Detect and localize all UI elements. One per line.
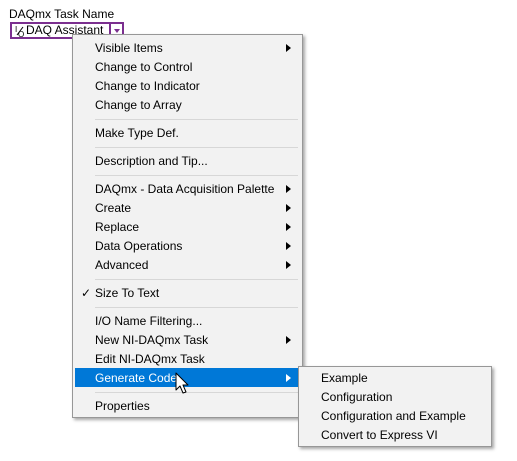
generate-code-submenu: Example Configuration Configuration and … [298, 366, 492, 447]
menu-item-label: Change to Indicator [95, 78, 200, 93]
submenu-item-label: Example [321, 370, 368, 385]
submenu-arrow-icon [286, 185, 291, 193]
menu-item-create[interactable]: Create [75, 198, 300, 217]
menu-item-label: Change to Array [95, 97, 182, 112]
daqmx-task-icon: I O [15, 24, 25, 39]
control-label: DAQmx Task Name [9, 7, 115, 21]
submenu-item-configuration[interactable]: Configuration [301, 387, 489, 406]
menu-item-label: Description and Tip... [95, 153, 208, 168]
labview-front-panel: DAQmx Task Name I O DAQ Assistant_0 Visi… [0, 0, 517, 461]
menu-item-new-daqmx-task[interactable]: New NI-DAQmx Task [75, 330, 300, 349]
menu-item-make-type-def[interactable]: Make Type Def. [75, 123, 300, 142]
submenu-arrow-icon [286, 374, 291, 382]
submenu-arrow-icon [286, 261, 291, 269]
submenu-arrow-icon [286, 336, 291, 344]
menu-separator [95, 175, 298, 176]
menu-item-label: I/O Name Filtering... [95, 313, 203, 328]
menu-item-label: Data Operations [95, 238, 183, 253]
menu-separator [95, 279, 298, 280]
menu-item-label: Create [95, 200, 132, 215]
menu-item-size-to-text[interactable]: ✓ Size To Text [75, 283, 300, 302]
submenu-arrow-icon [286, 242, 291, 250]
menu-separator [95, 392, 298, 393]
menu-item-label: Visible Items [95, 40, 163, 55]
menu-separator [95, 147, 298, 148]
menu-item-label: Size To Text [95, 285, 160, 300]
menu-item-label: DAQmx - Data Acquisition Palette [95, 181, 275, 196]
menu-item-edit-daqmx-task[interactable]: Edit NI-DAQmx Task [75, 349, 300, 368]
menu-item-label: Advanced [95, 257, 149, 272]
menu-item-daqmx-palette[interactable]: DAQmx - Data Acquisition Palette [75, 179, 300, 198]
submenu-item-example[interactable]: Example [301, 368, 489, 387]
menu-item-change-to-indicator[interactable]: Change to Indicator [75, 76, 300, 95]
menu-item-io-name-filtering[interactable]: I/O Name Filtering... [75, 311, 300, 330]
menu-item-data-operations[interactable]: Data Operations [75, 236, 300, 255]
menu-item-change-to-array[interactable]: Change to Array [75, 95, 300, 114]
menu-item-label: Properties [95, 398, 150, 413]
menu-item-visible-items[interactable]: Visible Items [75, 38, 300, 57]
menu-item-change-to-control[interactable]: Change to Control [75, 57, 300, 76]
submenu-item-configuration-and-example[interactable]: Configuration and Example [301, 406, 489, 425]
submenu-arrow-icon [286, 44, 291, 52]
submenu-arrow-icon [286, 204, 291, 212]
menu-item-advanced[interactable]: Advanced [75, 255, 300, 274]
menu-item-label: Edit NI-DAQmx Task [95, 351, 205, 366]
menu-item-label: New NI-DAQmx Task [95, 332, 209, 347]
submenu-item-label: Configuration [321, 389, 393, 404]
menu-separator [95, 307, 298, 308]
menu-item-description-and-tip[interactable]: Description and Tip... [75, 151, 300, 170]
submenu-item-label: Configuration and Example [321, 408, 466, 423]
menu-item-label: Replace [95, 219, 140, 234]
submenu-item-convert-to-express-vi[interactable]: Convert to Express VI [301, 425, 489, 444]
menu-item-replace[interactable]: Replace [75, 217, 300, 236]
menu-separator [95, 119, 298, 120]
menu-item-label: Make Type Def. [95, 125, 179, 140]
context-menu: Visible Items Change to Control Change t… [72, 34, 303, 418]
mouse-pointer-icon [175, 372, 189, 394]
menu-item-label: Generate Code [95, 370, 178, 385]
menu-item-label: Change to Control [95, 59, 193, 74]
menu-item-properties[interactable]: Properties [75, 396, 300, 415]
submenu-arrow-icon [286, 223, 291, 231]
submenu-item-label: Convert to Express VI [321, 427, 438, 442]
checkmark-icon: ✓ [81, 285, 92, 300]
